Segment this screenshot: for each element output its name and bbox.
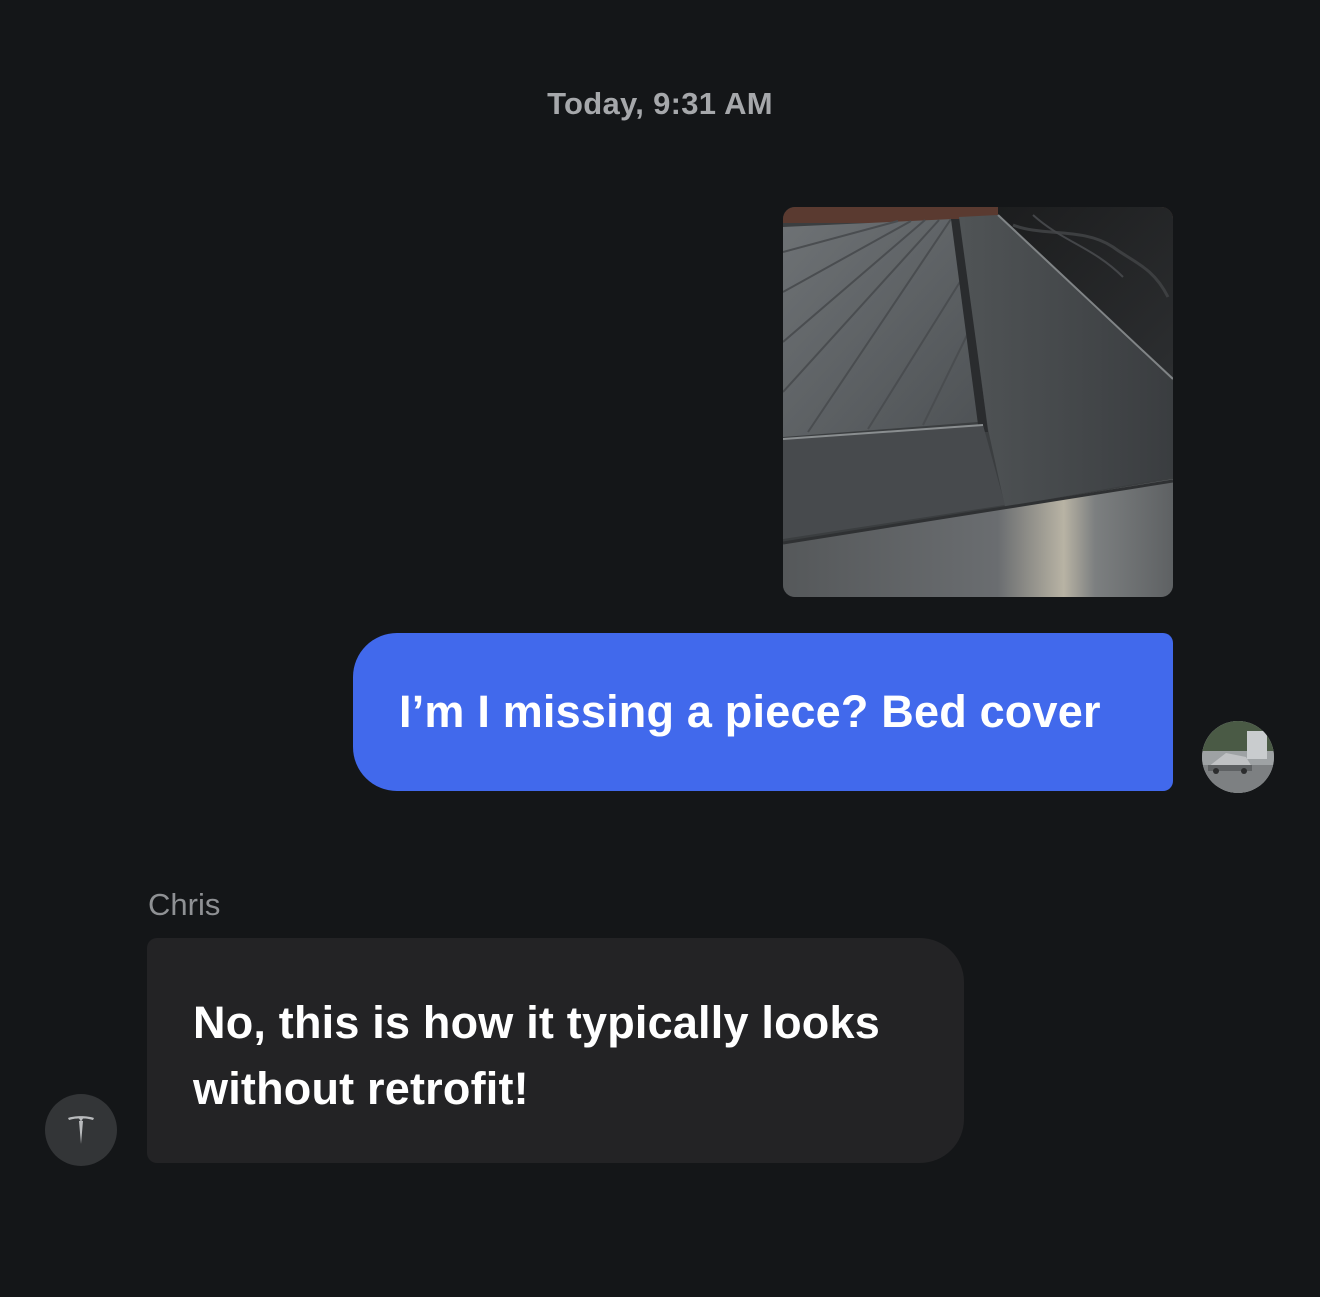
agent-avatar[interactable] [45, 1094, 117, 1166]
tesla-logo-icon [68, 1116, 94, 1144]
image-attachment[interactable] [783, 207, 1173, 597]
sender-name: Chris [148, 887, 221, 922]
outgoing-message-bubble[interactable]: I’m I missing a piece? Bed cover [353, 633, 1173, 791]
bed-cover-photo [783, 207, 1173, 597]
user-avatar[interactable] [1202, 721, 1274, 793]
chat-thread: Today, 9:31 AM I’m I missing a piece? Be… [0, 0, 1320, 1297]
incoming-message-bubble[interactable]: No, this is how it typically looks witho… [147, 938, 964, 1163]
car-photo-icon [1202, 721, 1274, 793]
message-timestamp: Today, 9:31 AM [547, 86, 773, 121]
